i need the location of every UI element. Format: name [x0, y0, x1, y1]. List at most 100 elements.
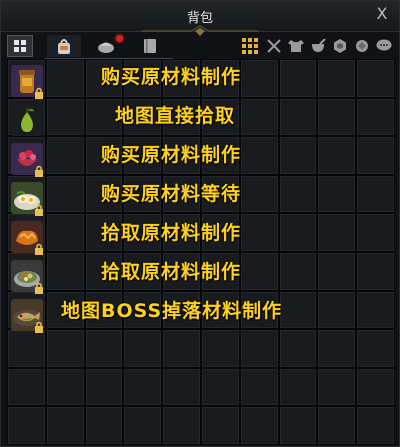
- grid-cell[interactable]: [239, 59, 279, 98]
- grid-cell[interactable]: [84, 367, 124, 407]
- toolbar: [1, 33, 399, 59]
- grid-cell[interactable]: [356, 59, 395, 98]
- grid-view-button[interactable]: [241, 37, 259, 55]
- item-label-1: 购买原材料制作: [101, 66, 242, 88]
- grid-cell[interactable]: [278, 367, 318, 407]
- grid-cell[interactable]: [239, 251, 279, 291]
- grid-cell[interactable]: [45, 213, 85, 252]
- grid-cell[interactable]: [239, 97, 279, 137]
- lock-icon: [35, 321, 43, 333]
- item-label-6: 拾取原材料制作: [101, 261, 242, 283]
- inventory-slot-6[interactable]: [11, 260, 43, 294]
- grid-cell[interactable]: [45, 251, 85, 291]
- grid-cell[interactable]: [239, 329, 279, 368]
- inventory-slot-4[interactable]: [11, 182, 43, 216]
- lock-icon: [35, 87, 43, 99]
- grid-cell[interactable]: [356, 367, 395, 407]
- inventory-slot-2[interactable]: [11, 104, 43, 136]
- grid-cell[interactable]: [317, 213, 357, 252]
- inventory-slot-1[interactable]: [11, 65, 43, 99]
- pot-icon: [312, 39, 326, 52]
- grid-cell[interactable]: [356, 136, 395, 175]
- grid-cell[interactable]: [278, 251, 318, 291]
- tab-all-items[interactable]: [7, 35, 33, 57]
- grid-cell[interactable]: [239, 136, 279, 175]
- grid-cell[interactable]: [317, 329, 357, 368]
- armor-filter-button[interactable]: [287, 37, 305, 55]
- grid-cell[interactable]: [356, 406, 395, 445]
- tab-book[interactable]: [135, 35, 165, 57]
- book-icon: [144, 39, 156, 53]
- grid-cell[interactable]: [45, 367, 85, 407]
- inventory-window: 背包 X 购买原材料制作 地图直接拾取 购买原材料制作 购买原材料等待 拾取原材…: [0, 0, 400, 447]
- gem-icon: [356, 40, 368, 52]
- grid-cell[interactable]: [356, 174, 395, 214]
- grid-cell[interactable]: [317, 367, 357, 407]
- grid-cell[interactable]: [123, 329, 163, 368]
- grid-cell[interactable]: [200, 406, 240, 445]
- grid-cell[interactable]: [278, 406, 318, 445]
- grid-cell[interactable]: [45, 59, 85, 98]
- grid-cell[interactable]: [278, 59, 318, 98]
- grid-cell[interactable]: [317, 174, 357, 214]
- grid-cell[interactable]: [317, 97, 357, 137]
- grid-cell[interactable]: [239, 174, 279, 214]
- grid-cell[interactable]: [356, 290, 395, 330]
- grid-cell[interactable]: [84, 406, 124, 445]
- cooking-filter-button[interactable]: [309, 37, 327, 55]
- grid-cell[interactable]: [278, 136, 318, 175]
- grid-cell[interactable]: [7, 406, 46, 445]
- grid-cell[interactable]: [317, 136, 357, 175]
- grid-cell[interactable]: [7, 367, 46, 407]
- grid-cell[interactable]: [239, 213, 279, 252]
- grid-cell[interactable]: [278, 97, 318, 137]
- grid-cell[interactable]: [123, 406, 163, 445]
- bag-icon: [58, 39, 70, 54]
- grid-cell[interactable]: [45, 174, 85, 214]
- material-filter-button[interactable]: [331, 37, 349, 55]
- grid-cell[interactable]: [200, 367, 240, 407]
- item-label-5: 拾取原材料制作: [101, 222, 242, 244]
- grid-cell[interactable]: [356, 251, 395, 291]
- tab-bag[interactable]: [47, 35, 81, 57]
- grid-icon: [14, 40, 26, 52]
- grid-cell[interactable]: [162, 367, 201, 407]
- grid-cell[interactable]: [162, 406, 201, 445]
- weapon-filter-button[interactable]: [265, 37, 283, 55]
- grid-cell[interactable]: [162, 329, 201, 368]
- grid-cell[interactable]: [356, 329, 395, 368]
- grid-cell[interactable]: [278, 174, 318, 214]
- grid-cell[interactable]: [356, 97, 395, 137]
- armor-icon: [288, 40, 304, 52]
- grid-cell[interactable]: [356, 213, 395, 252]
- close-button[interactable]: X: [373, 5, 391, 23]
- grid-cell[interactable]: [317, 406, 357, 445]
- grid-cell[interactable]: [278, 329, 318, 368]
- grid-cell[interactable]: [45, 97, 85, 137]
- grid-cell[interactable]: [317, 59, 357, 98]
- lock-icon: [35, 243, 43, 255]
- grid-cell[interactable]: [84, 329, 124, 368]
- lock-icon: [35, 204, 43, 216]
- grid-cell[interactable]: [317, 290, 357, 330]
- inventory-slot-5[interactable]: [11, 221, 43, 255]
- chat-icon: [376, 39, 392, 51]
- grid-cell[interactable]: [278, 290, 318, 330]
- grid-cell[interactable]: [45, 406, 85, 445]
- grid-cell[interactable]: [200, 329, 240, 368]
- grid-view-icon: [242, 38, 258, 54]
- grid-cell[interactable]: [239, 406, 279, 445]
- inventory-slot-3[interactable]: [11, 143, 43, 177]
- grid-cell[interactable]: [317, 251, 357, 291]
- grid-cell[interactable]: [45, 136, 85, 175]
- misc-filter-button[interactable]: [375, 37, 393, 55]
- grid-cell[interactable]: [239, 367, 279, 407]
- grid-cell[interactable]: [45, 329, 85, 368]
- grid-cell[interactable]: [278, 213, 318, 252]
- gem-filter-button[interactable]: [353, 37, 371, 55]
- tab-food[interactable]: [89, 35, 123, 57]
- grid-cell[interactable]: [123, 367, 163, 407]
- item-label-7: 地图BOSS掉落材料制作: [61, 300, 283, 322]
- grid-cell[interactable]: [7, 329, 46, 368]
- inventory-slot-7[interactable]: [11, 299, 43, 333]
